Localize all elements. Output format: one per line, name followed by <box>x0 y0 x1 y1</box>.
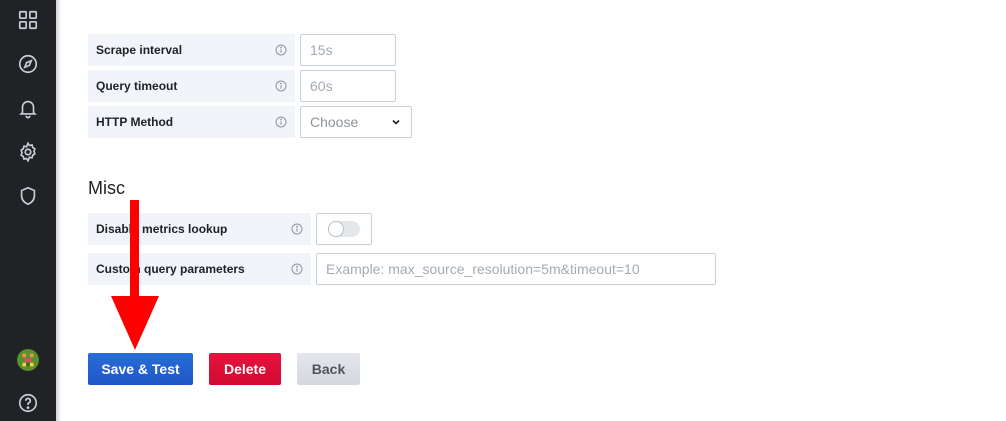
back-button[interactable]: Back <box>297 353 360 385</box>
scrape-interval-row: Scrape interval 15s <box>88 34 396 66</box>
alerting-bell-icon[interactable] <box>14 94 42 122</box>
query-timeout-placeholder: 60s <box>310 78 333 94</box>
query-timeout-label-box: Query timeout <box>88 70 295 102</box>
sidebar <box>0 0 61 421</box>
custom-query-parameters-label: Custom query parameters <box>96 262 245 276</box>
misc-section-title: Misc <box>88 178 125 198</box>
disable-metrics-lookup-label-box: Disable metrics lookup <box>88 213 311 245</box>
scrape-interval-input[interactable]: 15s <box>300 34 396 66</box>
scrape-interval-label-box: Scrape interval <box>88 34 295 66</box>
http-method-label: HTTP Method <box>96 115 174 129</box>
configuration-gear-icon[interactable] <box>14 138 42 166</box>
disable-metrics-lookup-toggle[interactable] <box>328 221 360 237</box>
query-timeout-label: Query timeout <box>96 79 178 93</box>
save-and-test-button[interactable]: Save & Test <box>88 353 193 385</box>
custom-query-parameters-input[interactable]: Example: max_source_resolution=5m&timeou… <box>316 253 716 285</box>
delete-button[interactable]: Delete <box>209 353 281 385</box>
chevron-down-icon <box>392 119 400 125</box>
scrape-interval-label: Scrape interval <box>96 43 183 57</box>
query-timeout-row: Query timeout 60s <box>88 70 396 102</box>
query-timeout-input[interactable]: 60s <box>300 70 396 102</box>
help-icon[interactable] <box>14 389 42 417</box>
info-icon[interactable] <box>274 116 287 129</box>
disable-metrics-lookup-toggle-wrap <box>316 213 372 245</box>
user-avatar[interactable] <box>14 346 42 374</box>
http-method-select[interactable]: Choose <box>300 106 412 138</box>
info-icon[interactable] <box>274 44 287 57</box>
custom-query-parameters-placeholder: Example: max_source_resolution=5m&timeou… <box>326 261 640 277</box>
custom-query-parameters-label-box: Custom query parameters <box>88 253 311 285</box>
http-method-label-box: HTTP Method <box>88 106 295 138</box>
disable-metrics-lookup-row: Disable metrics lookup <box>88 213 372 245</box>
info-icon[interactable] <box>290 263 303 276</box>
disable-metrics-lookup-label: Disable metrics lookup <box>96 222 228 236</box>
toggle-knob <box>329 222 343 236</box>
custom-query-parameters-row: Custom query parameters Example: max_sou… <box>88 253 716 285</box>
http-method-row: HTTP Method Choose <box>88 106 412 138</box>
dashboards-grid-icon[interactable] <box>14 6 42 34</box>
info-icon[interactable] <box>290 223 303 236</box>
scrape-interval-placeholder: 15s <box>310 42 333 58</box>
server-admin-shield-icon[interactable] <box>14 182 42 210</box>
info-icon[interactable] <box>274 80 287 93</box>
explore-compass-icon[interactable] <box>14 50 42 78</box>
http-method-selected: Choose <box>310 114 359 130</box>
